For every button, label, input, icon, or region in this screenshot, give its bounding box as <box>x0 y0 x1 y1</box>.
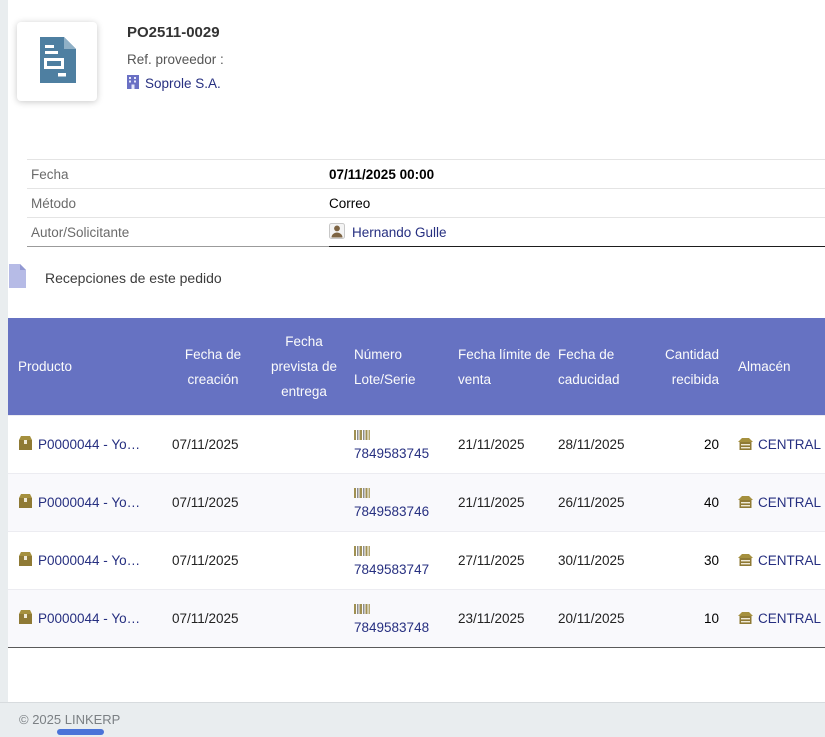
receptions-table: Producto Fecha de creación Fecha previst… <box>8 318 825 648</box>
barcode-icon <box>354 544 370 559</box>
receptions-section-header: Recepciones de este pedido <box>8 264 222 291</box>
product-link[interactable]: P0000044 - Yo… <box>38 495 140 510</box>
table-header-row: Producto Fecha de creación Fecha previst… <box>8 318 825 415</box>
warehouse-icon <box>738 495 753 511</box>
created-date-cell: 07/11/2025 <box>168 611 258 626</box>
expiry-date-cell: 26/11/2025 <box>556 495 656 510</box>
created-date-cell: 07/11/2025 <box>168 495 258 510</box>
field-value-metodo: Correo <box>329 189 825 218</box>
table-row: P0000044 - Yo… 07/11/2025 7849583746 21/… <box>8 473 825 531</box>
expiry-date-cell: 20/11/2025 <box>556 611 656 626</box>
warehouse-icon <box>738 553 753 569</box>
package-icon <box>18 494 33 511</box>
col-header-fecha-caducidad[interactable]: Fecha de caducidad <box>556 342 656 392</box>
lot-link[interactable]: 7849583748 <box>354 620 429 635</box>
field-row-fecha: Fecha 07/11/2025 00:00 <box>27 160 825 189</box>
col-header-cantidad-recibida[interactable]: Cantidad recibida <box>656 342 720 392</box>
warehouse-link[interactable]: CENTRAL <box>758 495 821 510</box>
col-header-fecha-prevista[interactable]: Fecha prevista de entrega <box>258 329 350 404</box>
expiry-date-cell: 28/11/2025 <box>556 437 656 452</box>
supplier-order-document-icon <box>36 36 78 87</box>
fields-table: Fecha 07/11/2025 00:00 Método Correo Aut… <box>27 159 825 247</box>
page-title: PO2511-0029 <box>127 24 224 41</box>
field-label: Fecha <box>27 160 329 189</box>
barcode-icon <box>354 428 370 443</box>
table-row: P0000044 - Yo… 07/11/2025 7849583748 23/… <box>8 589 825 648</box>
qty-received-cell: 10 <box>656 611 720 626</box>
page-header: PO2511-0029 Ref. proveedor : Soprole S.A… <box>17 22 224 101</box>
lot-link[interactable]: 7849583745 <box>354 446 429 461</box>
warehouse-link[interactable]: CENTRAL <box>758 553 821 568</box>
author-link[interactable]: Hernando Gulle <box>352 225 447 240</box>
col-header-producto[interactable]: Producto <box>8 354 168 379</box>
lot-link[interactable]: 7849583746 <box>354 504 429 519</box>
field-label: Método <box>27 189 329 218</box>
product-link[interactable]: P0000044 - Yo… <box>38 553 140 568</box>
document-icon-card <box>17 22 97 101</box>
barcode-icon <box>354 602 370 617</box>
sell-by-date-cell: 27/11/2025 <box>456 553 556 568</box>
qty-received-cell: 40 <box>656 495 720 510</box>
barcode-icon <box>354 486 370 501</box>
document-icon <box>8 264 26 291</box>
sell-by-date-cell: 23/11/2025 <box>456 611 556 626</box>
col-header-numero-lote[interactable]: Número Lote/Serie <box>350 342 456 392</box>
package-icon <box>18 552 33 569</box>
table-row: P0000044 - Yo… 07/11/2025 7849583747 27/… <box>8 531 825 589</box>
product-link[interactable]: P0000044 - Yo… <box>38 437 140 452</box>
warehouse-link[interactable]: CENTRAL <box>758 611 821 626</box>
field-label: Autor/Solicitante <box>27 218 329 247</box>
col-header-fecha-creacion[interactable]: Fecha de creación <box>168 342 258 392</box>
created-date-cell: 07/11/2025 <box>168 553 258 568</box>
product-link[interactable]: P0000044 - Yo… <box>38 611 140 626</box>
section-title: Recepciones de este pedido <box>45 270 222 286</box>
user-icon <box>329 223 345 242</box>
warehouse-link[interactable]: CENTRAL <box>758 437 821 452</box>
copyright-text: © 2025 LINKERP <box>19 712 120 727</box>
qty-received-cell: 20 <box>656 437 720 452</box>
field-value-fecha: 07/11/2025 00:00 <box>329 160 825 189</box>
field-row-metodo: Método Correo <box>27 189 825 218</box>
sell-by-date-cell: 21/11/2025 <box>456 495 556 510</box>
table-row: P0000044 - Yo… 07/11/2025 7849583745 21/… <box>8 415 825 473</box>
created-date-cell: 07/11/2025 <box>168 437 258 452</box>
expiry-date-cell: 30/11/2025 <box>556 553 656 568</box>
package-icon <box>18 610 33 627</box>
supplier-link[interactable]: Soprole S.A. <box>145 76 221 91</box>
field-row-autor: Autor/Solicitante Hernando Gulle <box>27 218 825 247</box>
package-icon <box>18 436 33 453</box>
warehouse-icon <box>738 611 753 627</box>
building-icon <box>127 75 139 92</box>
ref-proveedor-label: Ref. proveedor : <box>127 52 224 67</box>
sell-by-date-cell: 21/11/2025 <box>456 437 556 452</box>
footer: © 2025 LINKERP <box>0 702 825 737</box>
warehouse-icon <box>738 437 753 453</box>
horizontal-scrollbar-thumb[interactable] <box>57 729 104 735</box>
col-header-almacen[interactable]: Almacén <box>720 354 825 379</box>
qty-received-cell: 30 <box>656 553 720 568</box>
lot-link[interactable]: 7849583747 <box>354 562 429 577</box>
col-header-fecha-limite-venta[interactable]: Fecha límite de venta <box>456 342 556 392</box>
